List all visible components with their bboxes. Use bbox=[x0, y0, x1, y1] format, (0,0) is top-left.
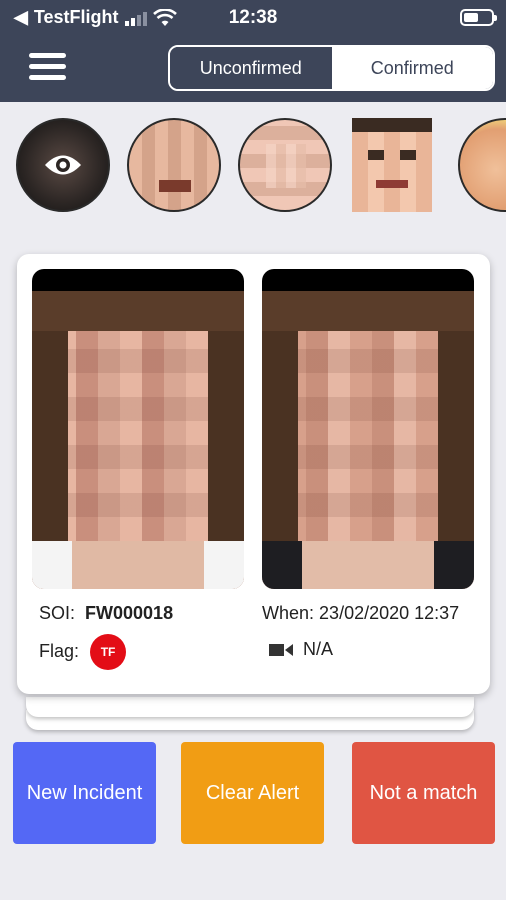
flag-badge[interactable]: TF bbox=[90, 634, 127, 670]
camera-row: N/A bbox=[269, 639, 333, 660]
not-a-match-button[interactable]: Not a match bbox=[352, 742, 495, 844]
subject-avatar[interactable] bbox=[238, 118, 332, 212]
new-incident-button[interactable]: New Incident bbox=[13, 742, 156, 844]
tab-unconfirmed[interactable]: Unconfirmed bbox=[170, 47, 332, 89]
eye-icon bbox=[45, 155, 81, 175]
clear-alert-button[interactable]: Clear Alert bbox=[181, 742, 324, 844]
when-label: When: bbox=[262, 603, 315, 623]
subject-avatar[interactable] bbox=[352, 118, 432, 212]
subject-avatar-selected[interactable] bbox=[16, 118, 110, 212]
card-stack-back bbox=[26, 697, 474, 717]
when-row: When: 23/02/2020 12:37 bbox=[262, 603, 459, 624]
soi-row: SOI: FW000018 bbox=[39, 603, 173, 624]
when-value: 23/02/2020 12:37 bbox=[319, 603, 460, 623]
flag-label: Flag: bbox=[39, 640, 80, 661]
status-time: 12:38 bbox=[228, 7, 278, 28]
camera-value: N/A bbox=[303, 639, 334, 659]
tab-confirmed[interactable]: Confirmed bbox=[331, 47, 493, 89]
subject-avatar[interactable] bbox=[458, 118, 506, 212]
status-segmented-control: Unconfirmed Confirmed bbox=[168, 45, 495, 91]
subject-carousel bbox=[0, 118, 506, 213]
reference-face-image[interactable] bbox=[262, 269, 474, 589]
soi-label: SOI: bbox=[39, 603, 76, 623]
match-alert-card[interactable]: SOI: FW000018 When: 23/02/2020 12:37 Fla… bbox=[17, 254, 490, 694]
captured-face-image[interactable] bbox=[32, 269, 244, 589]
status-bar: ◀ TestFlight 12:38 bbox=[0, 0, 506, 34]
header-bar: ◀ TestFlight 12:38 Unconfirmed Confirmed bbox=[0, 0, 506, 102]
soi-value: FW000018 bbox=[85, 603, 174, 623]
subject-avatar[interactable] bbox=[127, 118, 221, 212]
video-camera-icon bbox=[269, 643, 293, 656]
battery-icon bbox=[460, 9, 497, 26]
flag-row: Flag: TF bbox=[39, 634, 127, 670]
hamburger-menu-icon[interactable] bbox=[29, 53, 66, 81]
